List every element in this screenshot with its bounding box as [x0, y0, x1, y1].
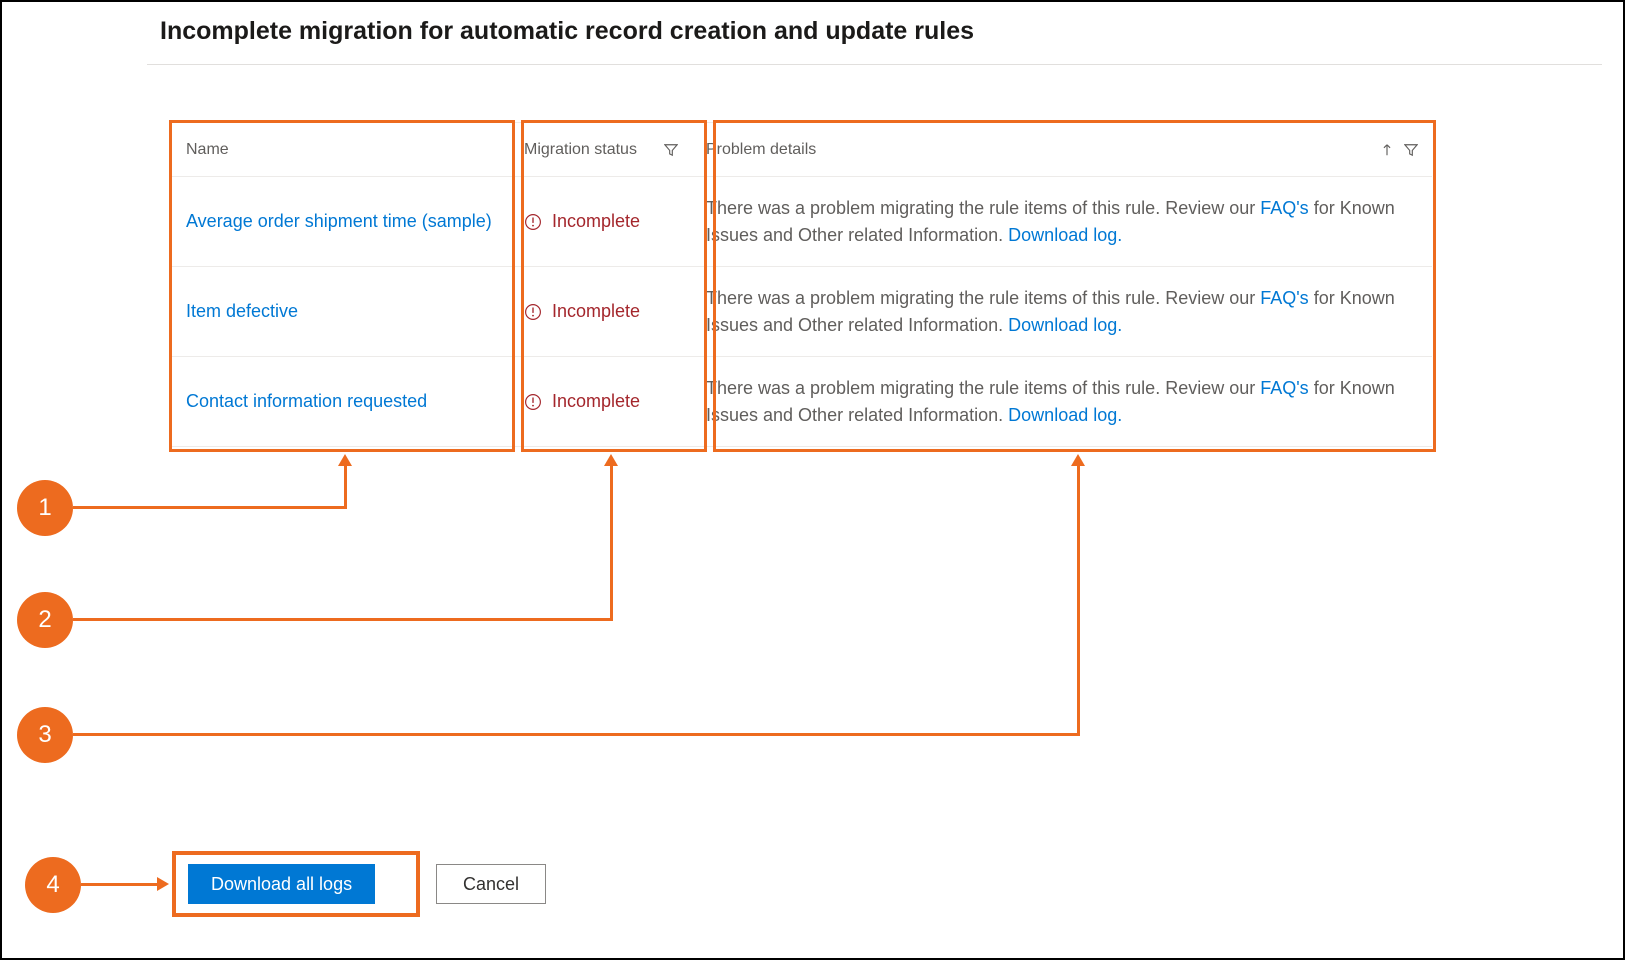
status-label: Incomplete [552, 391, 640, 412]
faq-link[interactable]: FAQ's [1260, 288, 1308, 308]
callout-badge-1: 1 [17, 480, 73, 536]
status-label: Incomplete [552, 211, 640, 232]
connector-line [73, 618, 613, 621]
faq-link[interactable]: FAQ's [1260, 378, 1308, 398]
filter-icon[interactable] [1404, 143, 1418, 157]
grid-header: Name Migration status Problem details [172, 123, 1432, 177]
warning-icon [524, 393, 542, 411]
connector-line [81, 883, 159, 886]
col-header-name[interactable]: Name [186, 141, 229, 159]
connector-line [73, 733, 1080, 736]
download-all-logs-button[interactable]: Download all logs [188, 864, 375, 904]
callout-badge-2: 2 [17, 592, 73, 648]
faq-link[interactable]: FAQ's [1260, 198, 1308, 218]
problem-text: There was a problem migrating the rule i… [706, 285, 1418, 337]
warning-icon [524, 213, 542, 231]
connector-line [1077, 464, 1080, 736]
connector-line [344, 464, 347, 509]
rule-name-link[interactable]: Contact information requested [186, 391, 427, 412]
connector-line [610, 464, 613, 621]
arrow-up-icon [338, 454, 352, 466]
rule-name-link[interactable]: Item defective [186, 301, 298, 322]
rule-name-link[interactable]: Average order shipment time (sample) [186, 211, 492, 232]
problem-text: There was a problem migrating the rule i… [706, 195, 1418, 247]
connector-line [73, 506, 347, 509]
migration-grid: Name Migration status Problem details Av… [172, 122, 1432, 447]
problem-prefix: There was a problem migrating the rule i… [706, 288, 1260, 308]
header-divider [147, 64, 1602, 65]
arrow-up-icon [1071, 454, 1085, 466]
page-title: Incomplete migration for automatic recor… [160, 17, 974, 46]
sort-icon[interactable] [1380, 143, 1394, 157]
problem-prefix: There was a problem migrating the rule i… [706, 378, 1260, 398]
warning-icon [524, 303, 542, 321]
download-log-link[interactable]: Download log. [1008, 315, 1122, 335]
callout-badge-4: 4 [25, 857, 81, 913]
arrow-up-icon [604, 454, 618, 466]
status-label: Incomplete [552, 301, 640, 322]
problem-prefix: There was a problem migrating the rule i… [706, 198, 1260, 218]
callout-badge-3: 3 [17, 707, 73, 763]
cancel-button[interactable]: Cancel [436, 864, 546, 904]
table-row: Contact information requested Incomplete… [172, 357, 1432, 447]
table-row: Item defective Incomplete There was a pr… [172, 267, 1432, 357]
download-log-link[interactable]: Download log. [1008, 225, 1122, 245]
table-row: Average order shipment time (sample) Inc… [172, 177, 1432, 267]
download-log-link[interactable]: Download log. [1008, 405, 1122, 425]
col-header-status[interactable]: Migration status [524, 141, 637, 159]
arrow-right-icon [157, 877, 169, 891]
col-header-problem[interactable]: Problem details [706, 141, 816, 159]
problem-text: There was a problem migrating the rule i… [706, 375, 1418, 427]
filter-icon[interactable] [664, 143, 678, 157]
